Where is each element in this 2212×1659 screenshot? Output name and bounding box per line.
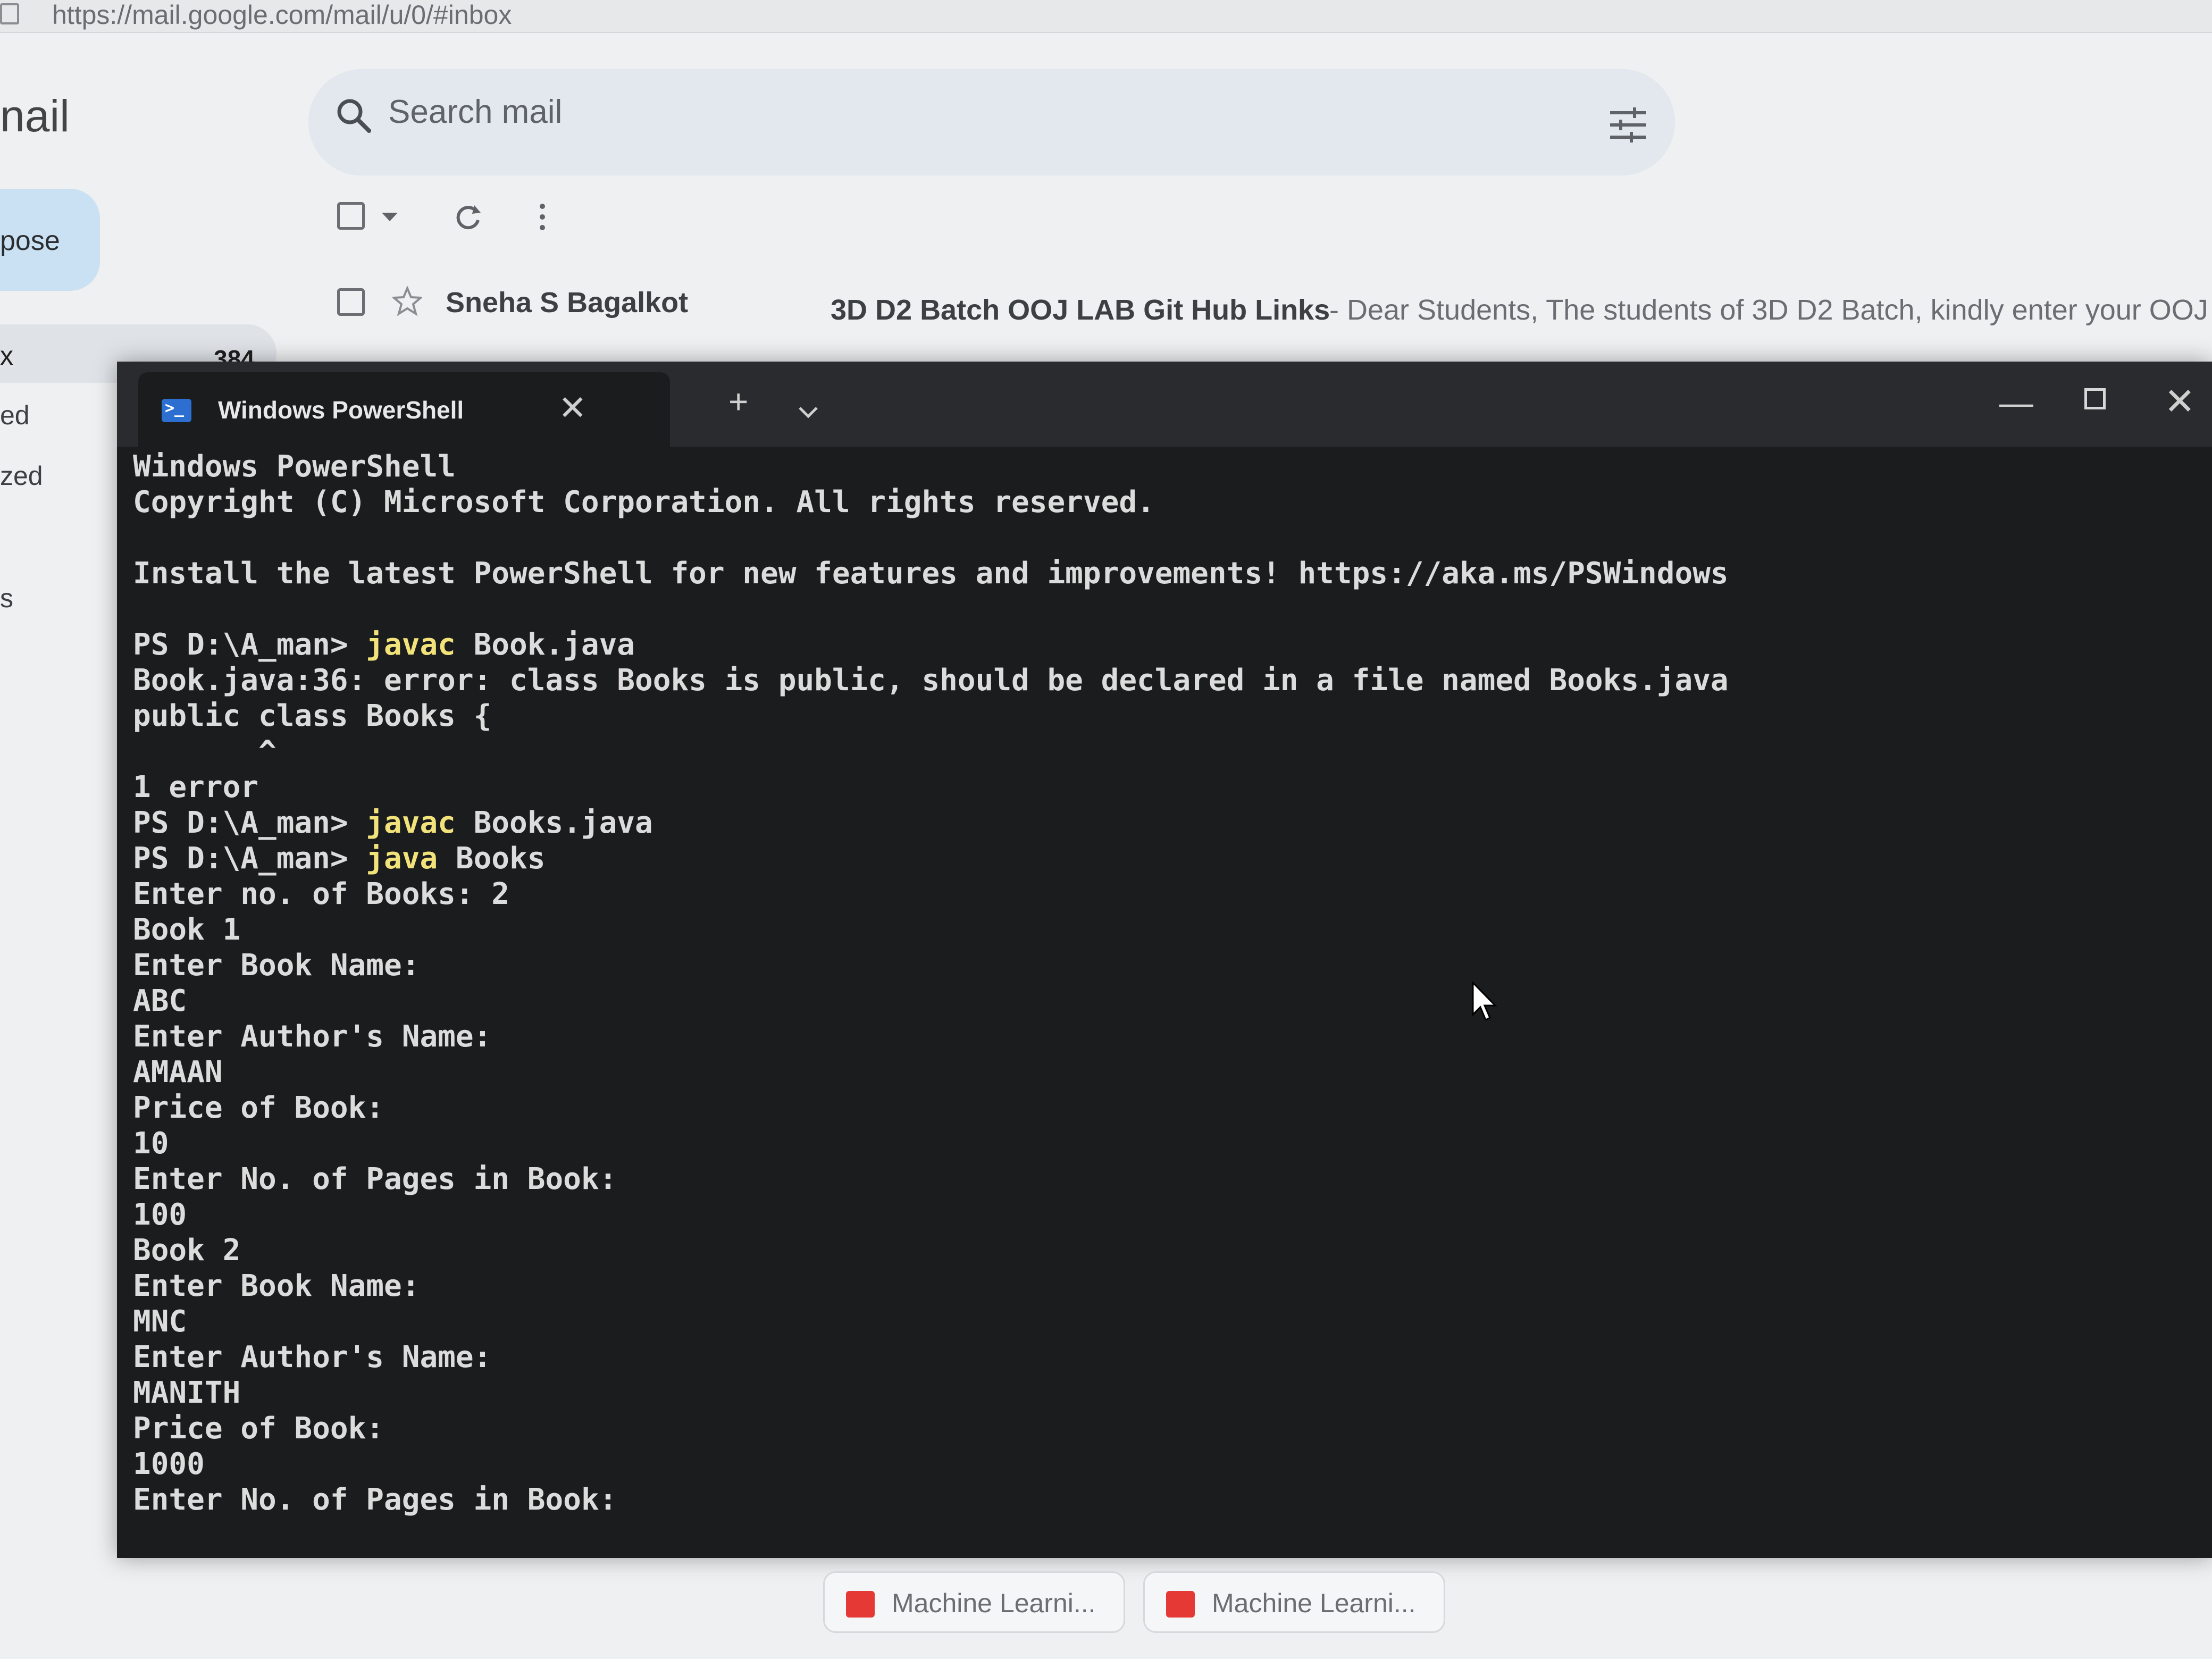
download-item-label: Machine Learni... bbox=[892, 1588, 1096, 1618]
select-dropdown-icon[interactable] bbox=[382, 213, 398, 225]
terminal-line: Book 2 bbox=[133, 1233, 241, 1268]
terminal-line: Price of Book: bbox=[133, 1411, 384, 1446]
sidebar-item[interactable]: ed bbox=[0, 400, 30, 431]
terminal-line: PS D:\A_man> java Books bbox=[133, 841, 545, 876]
email-checkbox[interactable] bbox=[337, 288, 365, 316]
sidebar-item[interactable]: s bbox=[0, 583, 13, 614]
terminal-line: MNC bbox=[133, 1304, 187, 1339]
tab-close-icon[interactable]: ✕ bbox=[558, 388, 587, 428]
download-item[interactable]: Machine Learni... bbox=[823, 1571, 1125, 1633]
terminal-command: javac bbox=[366, 806, 456, 840]
terminal-command-args: Books.java bbox=[455, 806, 653, 840]
terminal-line: Enter Author's Name: bbox=[133, 1019, 492, 1054]
terminal-line: Enter Book Name: bbox=[133, 1269, 420, 1303]
terminal-line: Enter no. of Books: 2 bbox=[133, 877, 510, 911]
terminal-line: MANITH bbox=[133, 1376, 241, 1410]
gmail-logo-text: nail bbox=[0, 91, 70, 141]
terminal-line: AMAAN bbox=[133, 1055, 223, 1090]
window-titlebar[interactable]: Windows PowerShell ✕ + — ✕ bbox=[117, 362, 2212, 447]
search-input[interactable]: Search mail bbox=[388, 93, 562, 131]
mouse-pointer-icon bbox=[1472, 981, 1498, 1025]
refresh-icon[interactable] bbox=[453, 202, 483, 234]
compose-label: pose bbox=[0, 225, 60, 256]
terminal-line: Copyright (C) Microsoft Corporation. All… bbox=[133, 485, 1155, 520]
new-tab-icon[interactable]: + bbox=[728, 382, 748, 421]
download-item[interactable]: Machine Learni... bbox=[1143, 1571, 1445, 1633]
terminal-prompt: PS D:\A_man> bbox=[133, 806, 366, 840]
browser-address-bar[interactable]: https://mail.google.com/mail/u/0/#inbox bbox=[0, 0, 2212, 33]
pdf-icon bbox=[846, 1591, 875, 1618]
email-subject: 3D D2 Batch OOJ LAB Git Hub Links bbox=[831, 294, 1330, 326]
page-info-icon[interactable] bbox=[0, 3, 19, 24]
terminal-line: 1 error bbox=[133, 770, 259, 805]
terminal-line: Enter No. of Pages in Book: bbox=[133, 1482, 617, 1517]
terminal-line: Enter Book Name: bbox=[133, 948, 420, 983]
terminal-line: PS D:\A_man> javac Books.java bbox=[133, 806, 653, 840]
powershell-icon bbox=[162, 399, 191, 422]
email-snippet: - Dear Students, The students of 3D D2 B… bbox=[1329, 294, 2212, 326]
maximize-icon[interactable] bbox=[2084, 388, 2106, 409]
tab-dropdown-icon[interactable] bbox=[798, 388, 819, 428]
terminal-line: Enter No. of Pages in Book: bbox=[133, 1162, 617, 1196]
search-icon[interactable] bbox=[333, 95, 375, 140]
terminal-command: javac bbox=[366, 627, 456, 662]
email-row[interactable]: Sneha S Bagalkot 3D D2 Batch OOJ LAB Git… bbox=[0, 271, 2212, 351]
search-bar[interactable]: Search mail bbox=[308, 69, 1675, 175]
terminal-line: Book.java:36: error: class Books is publ… bbox=[133, 663, 1729, 698]
terminal-line: 10 bbox=[133, 1126, 169, 1161]
pdf-icon bbox=[1166, 1591, 1195, 1618]
terminal-line: PS D:\A_man> javac Book.java bbox=[133, 627, 635, 662]
terminal-line: ^ bbox=[133, 734, 276, 769]
select-all-checkbox[interactable] bbox=[337, 202, 365, 230]
terminal-prompt: PS D:\A_man> bbox=[133, 841, 366, 876]
powershell-window[interactable]: Windows PowerShell ✕ + — ✕ Windows Power… bbox=[117, 362, 2212, 1558]
download-item-label: Machine Learni... bbox=[1212, 1588, 1416, 1618]
terminal-command-args: Book.java bbox=[455, 627, 635, 662]
minimize-icon[interactable]: — bbox=[1999, 383, 2033, 422]
terminal-command-args: Books bbox=[438, 841, 546, 876]
more-options-icon[interactable] bbox=[539, 203, 546, 233]
terminal-line: Install the latest PowerShell for new fe… bbox=[133, 556, 1729, 591]
tab-title: Windows PowerShell bbox=[218, 396, 464, 424]
terminal-command: java bbox=[366, 841, 438, 876]
sidebar-item[interactable]: zed bbox=[0, 460, 43, 491]
star-icon[interactable] bbox=[391, 285, 424, 319]
terminal-tab[interactable]: Windows PowerShell ✕ bbox=[138, 372, 670, 447]
terminal-prompt: PS D:\A_man> bbox=[133, 627, 366, 662]
terminal-line: Book 1 bbox=[133, 912, 241, 947]
terminal-line: public class Books { bbox=[133, 699, 492, 733]
terminal-line: Windows PowerShell bbox=[133, 449, 456, 484]
terminal-line: ABC bbox=[133, 984, 187, 1018]
search-options-icon[interactable] bbox=[1608, 106, 1648, 146]
window-close-icon[interactable]: ✕ bbox=[2164, 380, 2196, 423]
terminal-line: Enter Author's Name: bbox=[133, 1340, 492, 1375]
terminal-line: 100 bbox=[133, 1197, 187, 1232]
terminal-line: Price of Book: bbox=[133, 1091, 384, 1125]
terminal-output[interactable]: Windows PowerShell Copyright (C) Microsof… bbox=[133, 449, 2196, 1550]
email-sender: Sneha S Bagalkot bbox=[446, 287, 689, 319]
address-url[interactable]: https://mail.google.com/mail/u/0/#inbox bbox=[52, 0, 512, 30]
terminal-line: 1000 bbox=[133, 1447, 205, 1481]
